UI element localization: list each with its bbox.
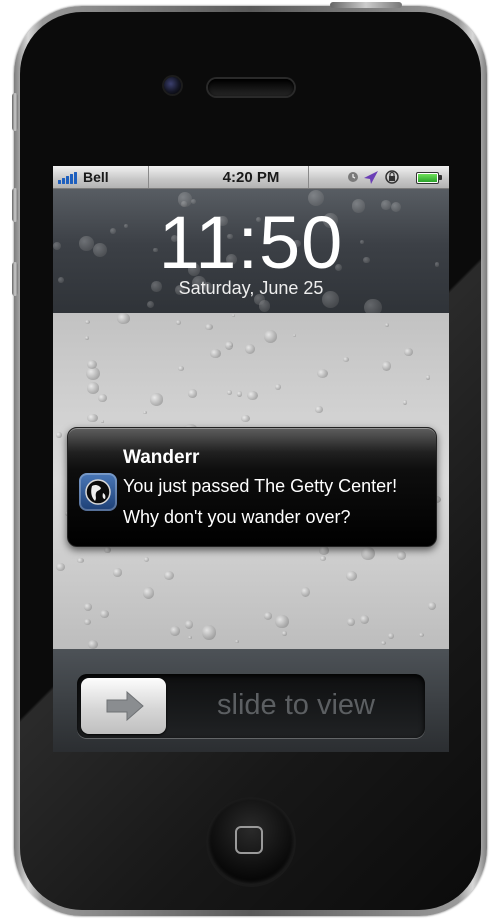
water-droplet xyxy=(187,389,197,398)
water-droplet xyxy=(87,639,98,650)
water-droplet xyxy=(360,614,370,624)
arrow-right-icon xyxy=(106,690,144,722)
water-droplet xyxy=(320,556,327,562)
notification-message-line1: You just passed The Getty Center! xyxy=(123,476,398,496)
water-droplet xyxy=(241,414,250,423)
water-droplet xyxy=(142,410,147,415)
slider-knob[interactable] xyxy=(81,678,166,734)
water-droplet xyxy=(104,546,111,554)
clock-alarm-icon xyxy=(348,172,358,182)
water-droplet xyxy=(225,341,234,351)
water-droplet xyxy=(142,587,154,599)
globe-icon xyxy=(85,479,111,505)
notification-app-name: Wanderr xyxy=(123,447,200,468)
orientation-lock-icon xyxy=(385,170,399,184)
water-droplet xyxy=(419,633,425,638)
water-droplet xyxy=(117,313,130,324)
water-droplet xyxy=(397,551,407,560)
water-droplet xyxy=(347,618,355,627)
water-droplet xyxy=(381,361,392,371)
water-droplet xyxy=(84,319,90,324)
water-droplet xyxy=(83,603,92,611)
notification-message-line2: Why don't you wander over? xyxy=(123,507,351,527)
water-droplet xyxy=(188,635,192,639)
water-droplet xyxy=(231,314,235,318)
slide-to-view-label: slide to view xyxy=(217,689,375,721)
water-droplet xyxy=(315,405,324,414)
water-droplet xyxy=(76,557,84,564)
water-droplet xyxy=(263,612,272,620)
lock-clock: 11:50 xyxy=(158,201,344,284)
water-droplet xyxy=(282,631,288,637)
water-droplet xyxy=(244,343,255,354)
water-droplet xyxy=(226,389,232,396)
water-droplet xyxy=(316,368,328,378)
lock-date: Saturday, June 25 xyxy=(178,278,324,298)
lock-screen: Bell 4:20 PM 11:50 Saturday, June 25 Wan… xyxy=(53,166,449,752)
water-droplet xyxy=(263,330,277,343)
water-droplet xyxy=(175,320,182,326)
water-droplet xyxy=(55,431,62,439)
water-droplet xyxy=(143,557,149,563)
water-droplet xyxy=(361,546,376,561)
water-droplet xyxy=(404,347,413,356)
location-arrow-icon xyxy=(364,171,378,184)
water-droplet xyxy=(300,586,311,598)
water-droplet xyxy=(84,618,92,626)
water-droplet xyxy=(275,384,281,390)
front-camera xyxy=(164,77,181,94)
status-bar: Bell 4:20 PM xyxy=(53,166,449,189)
water-droplet xyxy=(163,570,174,581)
status-time: 4:20 PM xyxy=(222,169,280,186)
volume-down-button[interactable] xyxy=(12,262,18,296)
water-droplet xyxy=(112,568,123,577)
water-droplet xyxy=(85,335,90,340)
water-droplet xyxy=(425,375,431,380)
carrier-name: Bell xyxy=(83,169,109,185)
water-droplet xyxy=(86,382,100,395)
sleep-button[interactable] xyxy=(330,2,402,8)
water-droplet xyxy=(205,323,213,331)
status-divider xyxy=(308,166,309,188)
home-square-icon xyxy=(235,826,263,854)
water-droplet xyxy=(236,390,243,398)
push-notification[interactable]: Wanderr You just passed The Getty Center… xyxy=(67,427,437,547)
mute-switch[interactable] xyxy=(12,93,18,131)
water-droplet xyxy=(178,365,185,372)
water-droplet xyxy=(318,546,329,555)
water-droplet xyxy=(146,300,155,309)
battery-tip xyxy=(439,175,442,180)
water-droplet xyxy=(100,420,104,424)
water-droplet xyxy=(293,333,297,337)
earpiece-speaker xyxy=(208,79,294,96)
status-icons xyxy=(346,169,412,185)
water-droplet xyxy=(235,639,239,644)
water-droplet xyxy=(387,632,394,639)
water-droplet xyxy=(210,348,221,358)
water-droplet xyxy=(99,609,110,619)
volume-up-button[interactable] xyxy=(12,188,18,222)
wanderr-app-icon xyxy=(79,473,117,511)
water-droplet xyxy=(275,614,289,628)
water-droplet xyxy=(342,356,349,362)
water-droplet xyxy=(87,413,98,423)
water-droplet xyxy=(402,400,408,405)
water-droplet xyxy=(247,390,259,400)
water-droplet xyxy=(384,322,390,328)
water-droplet xyxy=(381,641,387,646)
water-droplet xyxy=(202,625,216,640)
water-droplet xyxy=(427,601,436,610)
water-droplet xyxy=(169,626,181,636)
water-droplet xyxy=(98,393,107,403)
water-droplet xyxy=(56,562,66,571)
water-droplet xyxy=(345,571,357,582)
battery-icon xyxy=(416,172,439,184)
water-droplet xyxy=(149,393,164,406)
water-droplet xyxy=(184,619,194,629)
